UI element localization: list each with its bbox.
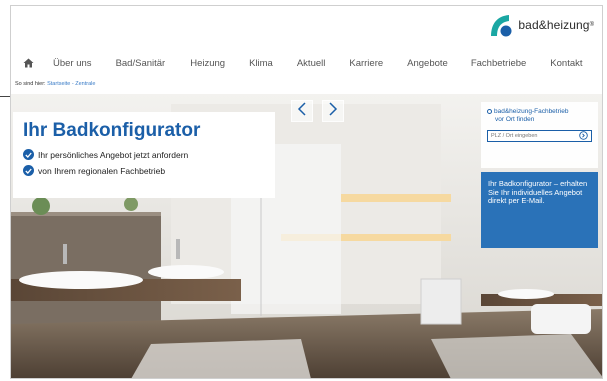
check-icon bbox=[23, 165, 34, 176]
slider-prev-button[interactable] bbox=[291, 100, 313, 122]
breadcrumb: So sind hier: Startseite - Zentrale bbox=[15, 81, 95, 87]
hero-bullet-text: Ihr persönliches Angebot jetzt anfordern bbox=[38, 149, 189, 160]
page-edge-marker bbox=[0, 96, 10, 97]
logo-mark-icon bbox=[487, 12, 513, 38]
dealer-finder-title-line1: bad&heizung-Fachbetrieb bbox=[494, 108, 569, 115]
browser-viewport: bad&heizung ® Über uns Bad/Sanitär Heizu… bbox=[10, 5, 603, 379]
nav-item-fachbetriebe[interactable]: Fachbetriebe bbox=[471, 58, 526, 69]
arrow-circle-icon[interactable] bbox=[579, 127, 588, 145]
nav-item-ueber-uns[interactable]: Über uns bbox=[53, 58, 92, 69]
check-icon bbox=[23, 149, 34, 160]
home-icon[interactable] bbox=[17, 58, 39, 68]
chevron-right-icon bbox=[328, 101, 338, 121]
hero-title: Ihr Badkonfigurator bbox=[23, 120, 201, 141]
nav-item-angebote[interactable]: Angebote bbox=[407, 58, 448, 69]
hero-banner: Ihr Badkonfigurator Ihr persönliches Ang… bbox=[11, 94, 602, 378]
registered-mark: ® bbox=[589, 22, 594, 28]
dealer-finder-title: bad&heizung-Fachbetrieb vor Ort finden bbox=[487, 108, 592, 124]
nav-item-aktuell[interactable]: Aktuell bbox=[297, 58, 326, 69]
nav-item-bad-sanitaer[interactable]: Bad/Sanitär bbox=[116, 58, 166, 69]
configurator-teaser[interactable]: Ihr Badkonfigurator Ihr persönliches Ang… bbox=[13, 112, 275, 198]
dealer-finder-title-line2: vor Ort finden bbox=[495, 116, 535, 123]
promo-text: Ihr Badkonfigurator – erhalten Sie Ihr i… bbox=[488, 179, 588, 205]
nav-item-klima[interactable]: Klima bbox=[249, 58, 273, 69]
brand-logo[interactable]: bad&heizung ® bbox=[487, 12, 594, 38]
slider-next-button[interactable] bbox=[322, 100, 344, 122]
main-navigation: Über uns Bad/Sanitär Heizung Klima Aktue… bbox=[11, 52, 602, 74]
logo-text: bad&heizung bbox=[518, 18, 590, 32]
nav-item-heizung[interactable]: Heizung bbox=[190, 58, 225, 69]
hero-bullet-text: von Ihrem regionalen Fachbetrieb bbox=[38, 165, 166, 176]
hero-bullet: Ihr persönliches Angebot jetzt anfordern bbox=[23, 149, 265, 160]
chevron-left-icon bbox=[297, 101, 307, 121]
configurator-promo[interactable]: Ihr Badkonfigurator – erhalten Sie Ihr i… bbox=[481, 172, 598, 248]
breadcrumb-label: So sind hier: bbox=[15, 81, 46, 87]
hero-bullet: von Ihrem regionalen Fachbetrieb bbox=[23, 165, 265, 176]
nav-item-kontakt[interactable]: Kontakt bbox=[550, 58, 582, 69]
breadcrumb-link[interactable]: Startseite - Zentrale bbox=[47, 81, 95, 87]
dealer-finder: bad&heizung-Fachbetrieb vor Ort finden bbox=[481, 102, 598, 168]
nav-item-karriere[interactable]: Karriere bbox=[349, 58, 383, 69]
dealer-search-box bbox=[487, 130, 592, 142]
dealer-search-input[interactable] bbox=[491, 133, 571, 139]
location-icon bbox=[487, 108, 492, 114]
